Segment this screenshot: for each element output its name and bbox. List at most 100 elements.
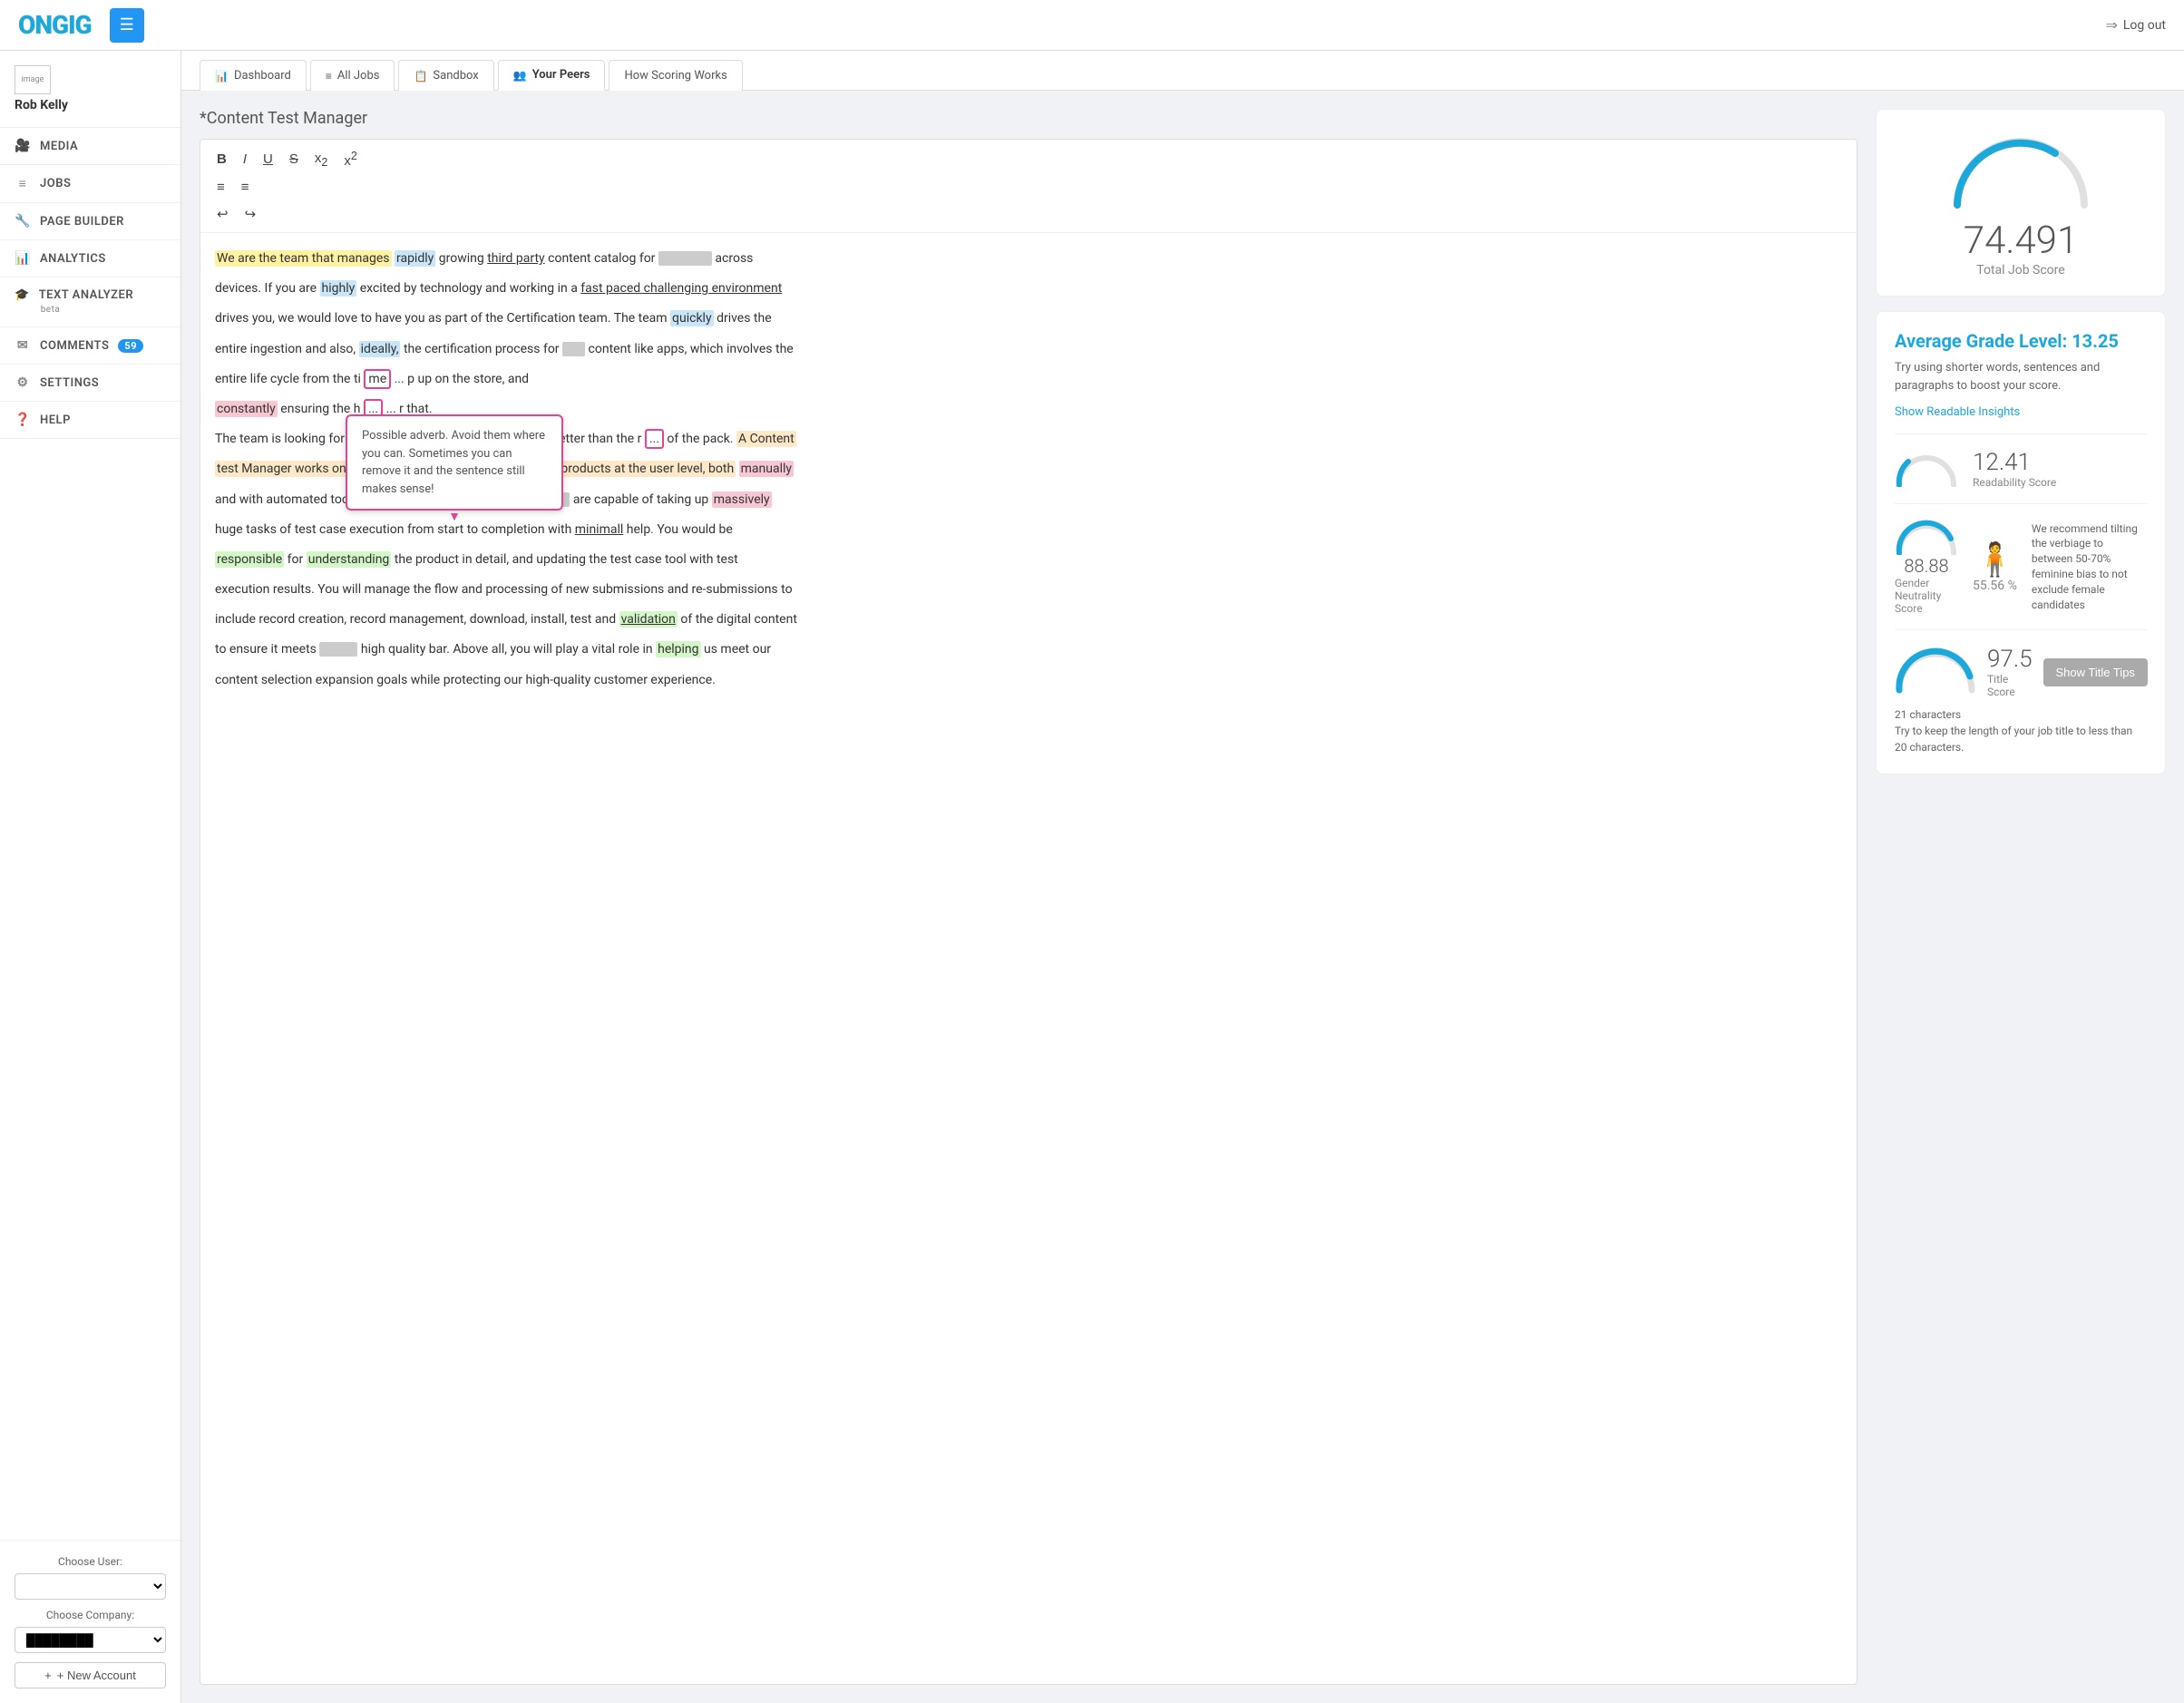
sidebar-item-analytics[interactable]: 📊 ANALYTICS <box>0 240 180 277</box>
your-peers-tab-icon: 👥 <box>513 69 527 82</box>
sidebar-item-text-analyzer[interactable]: 🎓 TEXT ANALYZER beta <box>0 277 180 327</box>
sidebar-label-analytics: ANALYTICS <box>40 252 106 266</box>
highlight-validation: validation <box>619 611 678 628</box>
tab-all-jobs[interactable]: ≡ All Jobs <box>310 60 395 91</box>
sidebar-label-media: MEDIA <box>40 140 78 153</box>
highlight-helping: helping <box>656 641 700 657</box>
tab-your-peers[interactable]: 👥 Your Peers <box>498 60 606 91</box>
ordered-list-button[interactable]: ≡ <box>211 177 230 198</box>
tab-sandbox-label: Sandbox <box>433 69 478 83</box>
readability-value: 12.41 <box>1973 449 2147 476</box>
undo-button[interactable]: ↩ <box>211 203 234 225</box>
logout-icon: ⇒ <box>2105 16 2117 34</box>
tab-dashboard-label: Dashboard <box>234 69 291 83</box>
sidebar-label-text-analyzer: TEXT ANALYZER <box>39 288 133 302</box>
header: ONGIG ☰ ⇒ Log out <box>0 0 2184 51</box>
bold-button[interactable]: B <box>211 149 232 170</box>
editor-panel: *Content Test Manager B I U S x2 x2 ≡ <box>200 109 1857 1685</box>
highlight-third-party: third party <box>487 251 544 266</box>
highlight-ideally: ideally, <box>359 341 401 357</box>
choose-user-label: Choose User: <box>15 1555 166 1568</box>
hamburger-button[interactable]: ☰ <box>110 8 144 43</box>
strikethrough-button[interactable]: S <box>284 149 304 170</box>
tab-sandbox[interactable]: 📋 Sandbox <box>398 60 493 91</box>
choose-company-select[interactable]: ████████ <box>15 1627 166 1653</box>
sidebar-bottom: Choose User: Choose Company: ████████ + … <box>0 1540 180 1703</box>
editor-section: *Content Test Manager B I U S x2 x2 ≡ <box>181 91 2184 1703</box>
settings-icon: ⚙ <box>15 375 31 390</box>
editor-content[interactable]: Possible adverb. Avoid them where you ca… <box>200 233 1857 1684</box>
logo: ONGIG <box>18 10 92 40</box>
sidebar-label-settings: SETTINGS <box>40 376 99 390</box>
main-layout: image Rob Kelly 🎥 MEDIA ≡ JOBS 🔧 PAGE BU… <box>0 51 2184 1703</box>
gender-row: 88.88 Gender Neutrality Score 🧍 55.56 % … <box>1895 503 2147 615</box>
new-account-button[interactable]: + + New Account <box>15 1662 166 1688</box>
highlight-quickly: quickly <box>670 310 714 326</box>
sidebar-label-page-builder: PAGE BUILDER <box>40 215 124 229</box>
highlight-rapidly: rapidly <box>395 250 435 267</box>
tab-dashboard[interactable]: 📊 Dashboard <box>200 60 307 91</box>
readability-info: 12.41 Readability Score <box>1973 449 2147 489</box>
tab-your-peers-label: Your Peers <box>532 68 590 82</box>
editor-title: *Content Test Manager <box>200 109 1857 128</box>
readability-mini-gauge <box>1895 451 1958 487</box>
boxed-pink-4: ... <box>645 429 664 449</box>
gender-desc: We recommend tilting the verbiage to bet… <box>2032 521 2147 613</box>
text-analyzer-icon: 🎓 <box>15 288 30 302</box>
gender-label: Gender Neutrality Score <box>1895 577 1958 615</box>
user-section: image Rob Kelly <box>0 51 180 128</box>
title-score-row: 97.5 Title Score Show Title Tips 21 char… <box>1895 629 2147 755</box>
show-insights-link[interactable]: Show Readable Insights <box>1895 405 2020 419</box>
all-jobs-tab-icon: ≡ <box>326 70 332 83</box>
beta-tag: beta <box>41 305 61 315</box>
sidebar-item-page-builder[interactable]: 🔧 PAGE BUILDER <box>0 203 180 240</box>
gender-gauge-svg <box>1895 519 1958 555</box>
highlight-massively: massively <box>712 491 772 508</box>
highlight-manually: manually <box>739 461 794 477</box>
underline-button[interactable]: U <box>258 149 278 170</box>
editor-box: B I U S x2 x2 ≡ ≡ ↩ ↪ <box>200 139 1857 1685</box>
highlight-we-are: We are the team that manages <box>215 250 392 267</box>
sidebar-item-settings[interactable]: ⚙ SETTINGS <box>0 365 180 402</box>
gender-value: 88.88 <box>1904 555 1948 577</box>
highlight-constantly: constantly <box>215 401 278 417</box>
tab-all-jobs-label: All Jobs <box>337 69 380 83</box>
tooltip-popup: Possible adverb. Avoid them where you ca… <box>346 414 563 511</box>
user-avatar: image <box>15 65 51 94</box>
redo-button[interactable]: ↪ <box>239 203 262 225</box>
subscript-button[interactable]: x2 <box>309 148 333 171</box>
superscript-button[interactable]: x2 <box>338 147 362 171</box>
sidebar-item-comments[interactable]: ✉ COMMENTS 59 <box>0 327 180 365</box>
toolbar-row-3: ↩ ↪ <box>211 203 1846 225</box>
blurred-4: ████ <box>319 642 357 657</box>
logout-label: Log out <box>2123 18 2166 33</box>
title-desc: 21 charactersTry to keep the length of y… <box>1895 706 2147 755</box>
editor-toolbar: B I U S x2 x2 ≡ ≡ ↩ ↪ <box>200 140 1857 233</box>
tab-how-scoring-works[interactable]: How Scoring Works <box>609 60 742 91</box>
sidebar-item-media[interactable]: 🎥 MEDIA <box>0 128 180 165</box>
total-score-card: 74.491 Total Job Score <box>1876 109 2166 297</box>
plus-icon: + <box>44 1669 52 1682</box>
comments-icon: ✉ <box>15 338 31 353</box>
score-panel: 74.491 Total Job Score Average Grade Lev… <box>1876 109 2166 1685</box>
title-gauge-svg <box>1895 645 1976 695</box>
sidebar-label-help: HELP <box>40 414 71 427</box>
highlight-responsible: responsible <box>215 551 284 568</box>
new-account-label: + New Account <box>57 1669 136 1682</box>
tab-how-scoring-label: How Scoring Works <box>624 69 726 83</box>
title-score-label: Title Score <box>1987 673 2033 698</box>
toolbar-row-2: ≡ ≡ <box>211 177 1846 198</box>
logout-area[interactable]: ⇒ Log out <box>2105 16 2166 34</box>
sidebar-item-help[interactable]: ❓ HELP <box>0 402 180 439</box>
boxed-pink-1: me <box>364 369 391 389</box>
total-score-label: Total Job Score <box>1895 263 2147 277</box>
choose-user-select[interactable] <box>15 1573 166 1600</box>
highlight-fast-paced: fast paced challenging environment <box>580 281 782 296</box>
italic-button[interactable]: I <box>238 149 252 170</box>
sidebar-item-jobs[interactable]: ≡ JOBS <box>0 165 180 203</box>
show-title-tips-button[interactable]: Show Title Tips <box>2043 658 2148 686</box>
analytics-icon: 📊 <box>15 251 31 266</box>
unordered-list-button[interactable]: ≡ <box>236 177 255 198</box>
title-score-value: 97.5 <box>1987 646 2033 673</box>
sidebar-label-comments: COMMENTS <box>40 339 109 353</box>
